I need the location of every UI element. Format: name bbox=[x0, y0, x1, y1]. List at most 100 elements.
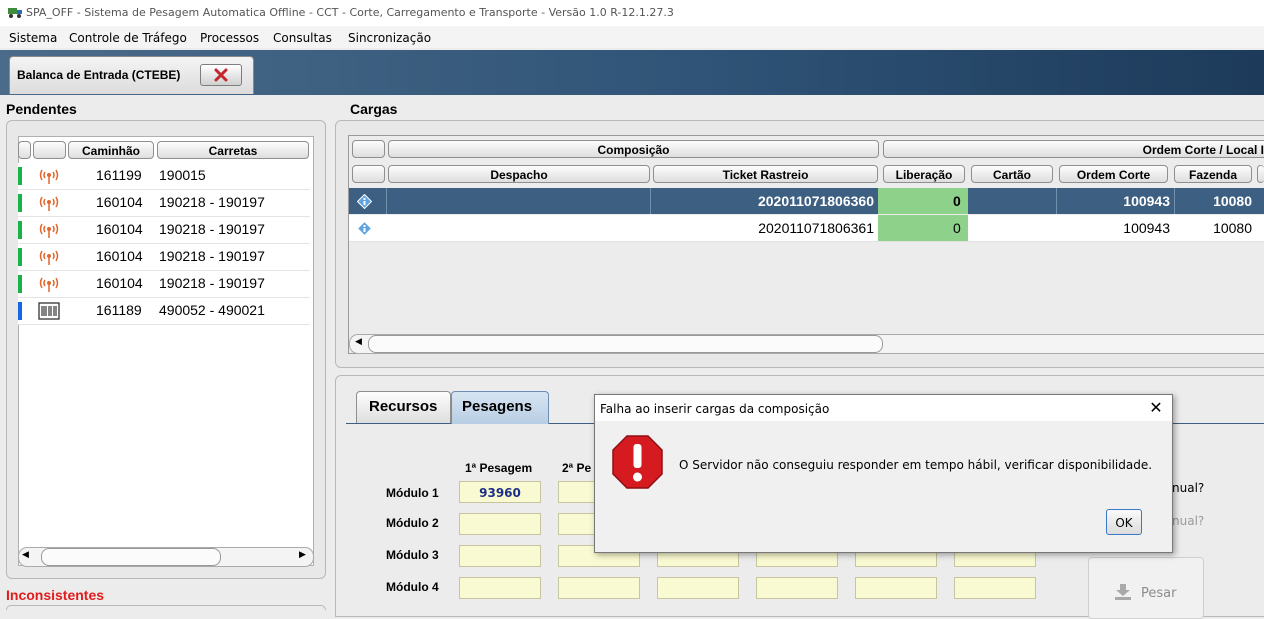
pendentes-col-status[interactable] bbox=[18, 141, 31, 159]
table-row[interactable]: 160104 190218 - 190197 bbox=[18, 217, 310, 244]
antenna-icon bbox=[39, 196, 59, 211]
modulo-4-field-6[interactable] bbox=[954, 577, 1036, 599]
dialog-message: O Servidor não conseguiu responder em te… bbox=[679, 458, 1153, 472]
table-row[interactable]: 160104 190218 - 190197 bbox=[18, 190, 310, 217]
carretas-cell: 190218 - 190197 bbox=[159, 248, 265, 264]
scrollbar-thumb[interactable] bbox=[368, 335, 883, 353]
caminhao-cell: 161199 bbox=[96, 167, 142, 183]
status-indicator bbox=[18, 167, 22, 185]
caminhao-cell: 160104 bbox=[96, 221, 143, 237]
menu-processos[interactable]: Processos bbox=[200, 31, 259, 45]
dialog-titlebar: Falha ao inserir cargas da composição ✕ bbox=[595, 395, 1172, 421]
status-indicator bbox=[18, 302, 22, 320]
close-tab-button[interactable] bbox=[200, 64, 242, 86]
cartao-cell bbox=[968, 188, 1056, 214]
cargas-title: Cargas bbox=[350, 101, 398, 117]
barcode-icon bbox=[38, 302, 60, 320]
pesar-button[interactable]: Pesar bbox=[1088, 557, 1204, 619]
table-row[interactable]: 161189 490052 - 490021 bbox=[18, 298, 310, 325]
tab-recursos[interactable]: Recursos bbox=[356, 391, 451, 423]
table-row[interactable]: 160104 190218 - 190197 bbox=[18, 271, 310, 298]
col-next[interactable] bbox=[1257, 165, 1264, 183]
diamond-info-icon bbox=[357, 221, 372, 236]
despacho-cell bbox=[386, 215, 650, 241]
modulo-2-1a-pesagem-field[interactable] bbox=[459, 513, 541, 535]
caminhao-cell: 160104 bbox=[96, 194, 143, 210]
modulo-4-field-3[interactable] bbox=[657, 577, 739, 599]
inconsistentes-panel bbox=[6, 605, 326, 610]
tab-pesagens-label: Pesagens bbox=[462, 398, 533, 415]
col-cartao[interactable]: Cartão bbox=[971, 165, 1053, 183]
table-row[interactable]: 161199 190015 bbox=[18, 163, 310, 190]
modulo-4-2a-pesagem-field[interactable] bbox=[558, 577, 640, 599]
table-row[interactable]: 202011071806361 0 100943 10080 bbox=[349, 215, 1264, 242]
antenna-icon bbox=[39, 169, 59, 184]
menu-sistema[interactable]: Sistema bbox=[9, 31, 57, 45]
pendentes-col-icon[interactable] bbox=[33, 141, 66, 159]
col-ticket-rastreio[interactable]: Ticket Rastreio bbox=[653, 165, 878, 183]
tab-balanca-entrada[interactable]: Balanca de Entrada (CTEBE) bbox=[9, 56, 254, 94]
menu-controle-trafego[interactable]: Controle de Tráfego bbox=[69, 31, 187, 45]
scroll-right-icon[interactable]: ▶ bbox=[299, 550, 306, 560]
error-stop-icon bbox=[612, 435, 663, 489]
dialog-title: Falha ao inserir cargas da composição bbox=[600, 402, 830, 416]
modulo-2-label: Módulo 2 bbox=[386, 516, 439, 530]
status-indicator bbox=[18, 248, 22, 266]
modulo-4-1a-pesagem-field[interactable] bbox=[459, 577, 541, 599]
col-liberacao[interactable]: Liberação bbox=[883, 165, 965, 183]
cargas-hscrollbar[interactable]: ◀ bbox=[349, 334, 1264, 354]
ticket-cell: 202011071806361 bbox=[758, 220, 874, 236]
modulo-4-field-5[interactable] bbox=[855, 577, 937, 599]
fazenda-cell: 10080 bbox=[1213, 220, 1252, 236]
cargas-col-icon[interactable] bbox=[352, 140, 385, 158]
tab-label: Balanca de Entrada (CTEBE) bbox=[17, 68, 181, 82]
menu-consultas[interactable]: Consultas bbox=[273, 31, 332, 45]
modulo-1-1a-pesagem-field[interactable]: 93960 bbox=[459, 481, 541, 503]
col-despacho[interactable]: Despacho bbox=[388, 165, 650, 183]
modulo-3-label: Módulo 3 bbox=[386, 548, 439, 562]
modulo-4-field-4[interactable] bbox=[756, 577, 838, 599]
caminhao-cell: 160104 bbox=[96, 248, 143, 264]
caminhao-cell: 160104 bbox=[96, 275, 143, 291]
download-arrow-icon bbox=[1115, 584, 1131, 600]
ok-button[interactable]: OK bbox=[1106, 509, 1142, 535]
table-row[interactable]: 160104 190218 - 190197 bbox=[18, 244, 310, 271]
dialog-close-icon[interactable]: ✕ bbox=[1147, 399, 1165, 417]
scroll-left-icon[interactable]: ◀ bbox=[355, 337, 362, 347]
group-header-composicao[interactable]: Composição bbox=[388, 140, 879, 158]
manual-label-2: nual? bbox=[1172, 514, 1205, 528]
carretas-cell: 190218 - 190197 bbox=[159, 275, 265, 291]
table-row-selected[interactable]: 202011071806360 0 100943 10080 bbox=[349, 188, 1264, 214]
scrollbar-thumb[interactable] bbox=[41, 548, 221, 566]
pendentes-hscrollbar[interactable]: ◀ ▶ bbox=[18, 547, 314, 567]
status-indicator bbox=[18, 194, 22, 212]
menu-sincronizacao[interactable]: Sincronização bbox=[348, 31, 431, 45]
scroll-left-icon[interactable]: ◀ bbox=[22, 550, 29, 560]
tab-pesagens[interactable]: Pesagens bbox=[451, 391, 549, 424]
cargas-col-icon2[interactable] bbox=[352, 165, 385, 183]
status-indicator bbox=[18, 275, 22, 293]
diamond-info-icon bbox=[357, 194, 372, 209]
pendentes-col-carretas[interactable]: Carretas bbox=[157, 141, 309, 159]
menu-bar: Sistema Controle de Tráfego Processos Co… bbox=[0, 26, 1264, 48]
col-fazenda[interactable]: Fazenda bbox=[1174, 165, 1252, 183]
fazenda-cell: 10080 bbox=[1174, 188, 1256, 214]
modulo-3-1a-pesagem-field[interactable] bbox=[459, 545, 541, 567]
carretas-cell: 190218 - 190197 bbox=[159, 194, 265, 210]
antenna-icon bbox=[39, 277, 59, 292]
col-ordem-corte[interactable]: Ordem Corte bbox=[1059, 165, 1168, 183]
manual-label-1: nual? bbox=[1172, 481, 1205, 495]
antenna-icon bbox=[39, 223, 59, 238]
group-header-ordem-corte[interactable]: Ordem Corte / Local I bbox=[883, 140, 1264, 158]
error-dialog: Falha ao inserir cargas da composição ✕ … bbox=[594, 394, 1173, 553]
window-titlebar: SPA_OFF - Sistema de Pesagem Automatica … bbox=[0, 0, 1264, 26]
pendentes-title: Pendentes bbox=[6, 101, 77, 117]
liberacao-cell: 0 bbox=[878, 215, 968, 241]
ordem-corte-cell: 100943 bbox=[1123, 220, 1170, 236]
carretas-cell: 490052 - 490021 bbox=[159, 302, 265, 318]
close-icon bbox=[214, 68, 228, 82]
ordem-corte-cell: 100943 bbox=[1056, 188, 1174, 214]
col-2a-pesagem: 2ª Pe bbox=[562, 461, 592, 475]
pendentes-col-caminhao[interactable]: Caminhão bbox=[68, 141, 154, 159]
modulo-4-label: Módulo 4 bbox=[386, 580, 439, 594]
